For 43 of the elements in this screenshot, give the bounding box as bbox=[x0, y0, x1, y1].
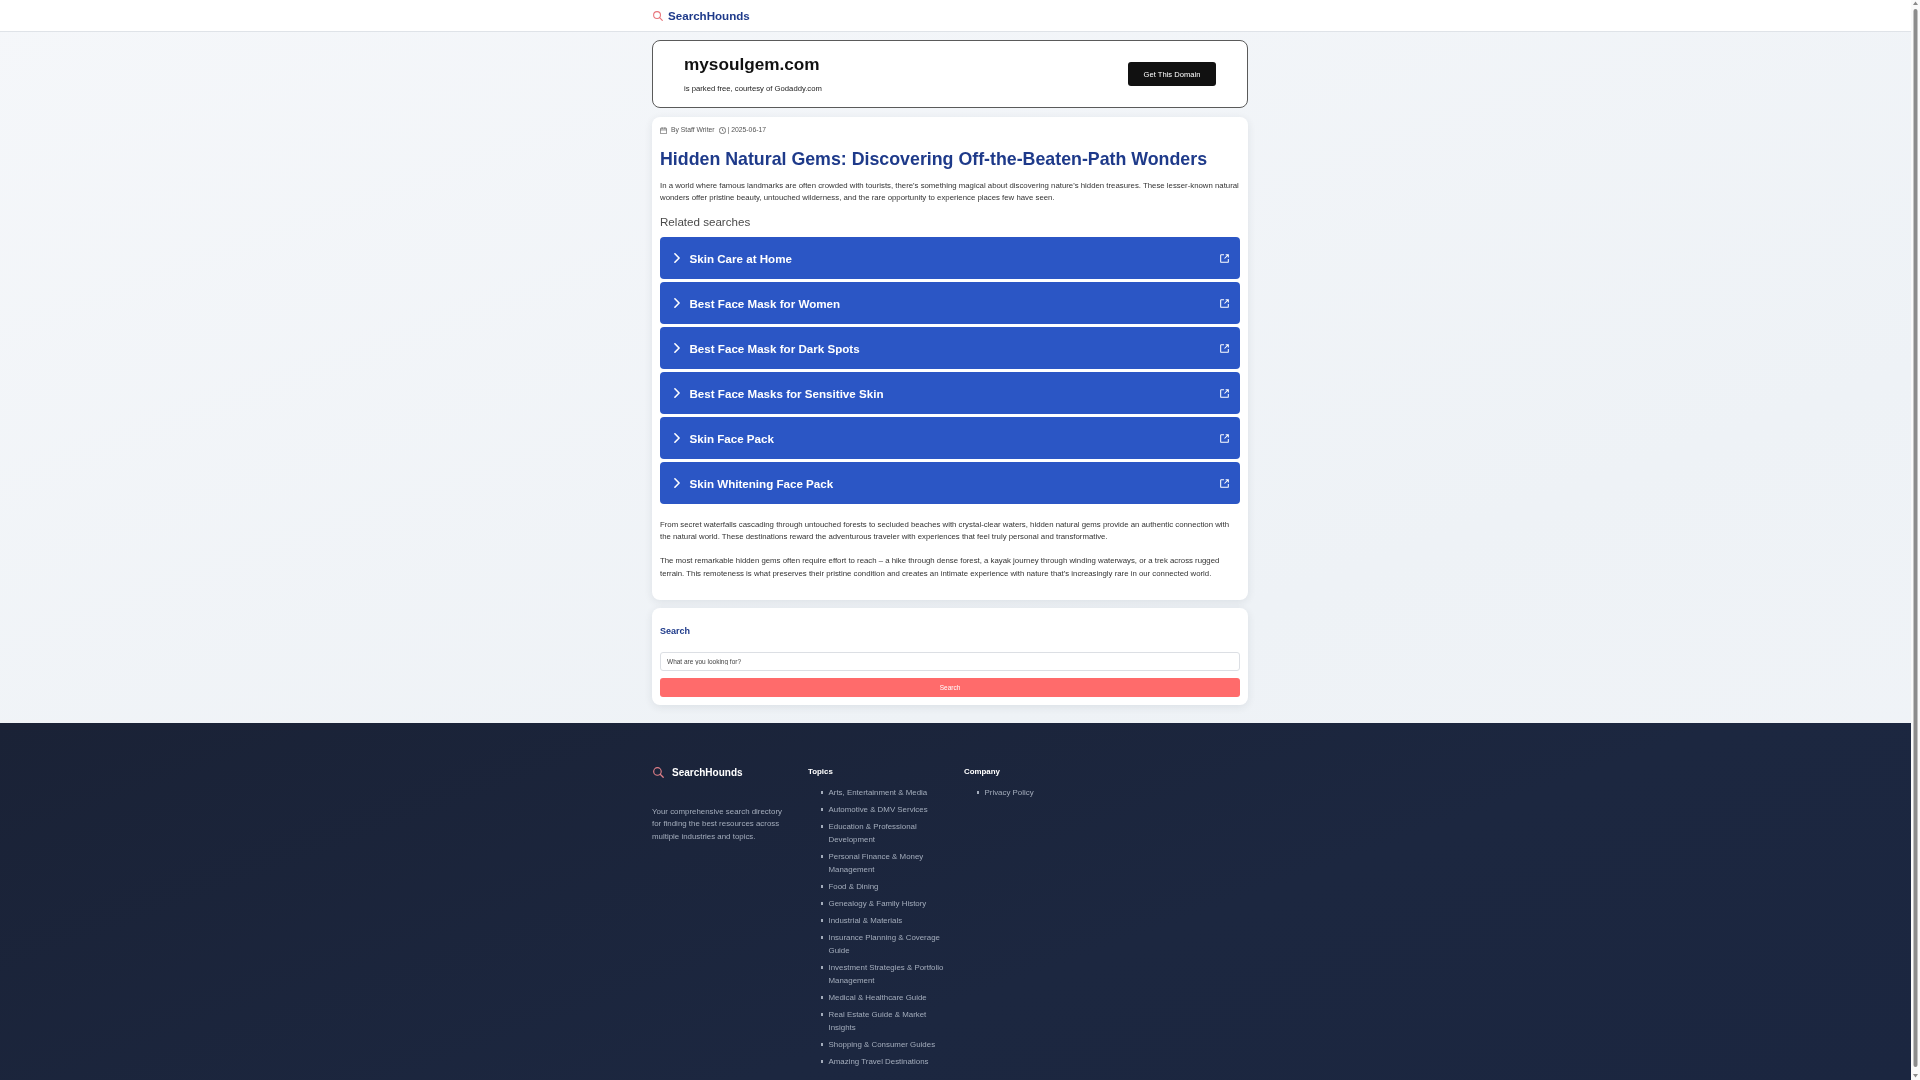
bullet-icon bbox=[820, 966, 823, 969]
chevron-icon bbox=[674, 253, 680, 264]
related-search-button[interactable]: Best Face Mask for Dark Spots bbox=[660, 327, 1240, 369]
related-search-button[interactable]: Best Face Mask for Women bbox=[660, 282, 1240, 324]
bullet-icon bbox=[820, 791, 823, 794]
bullet-icon bbox=[820, 855, 823, 858]
external-link-icon bbox=[1220, 433, 1229, 443]
external-link-icon bbox=[1220, 478, 1229, 488]
chevron-icon bbox=[674, 388, 680, 399]
bullet-icon bbox=[820, 1060, 823, 1063]
magnifier-icon bbox=[653, 10, 663, 21]
chevron-icon bbox=[674, 298, 680, 309]
magnifier-icon bbox=[653, 767, 664, 779]
bullet-icon bbox=[820, 919, 823, 922]
bullet-icon bbox=[976, 791, 979, 794]
bullet-icon bbox=[820, 1043, 823, 1046]
footer-brand-link[interactable]: SearchHounds bbox=[672, 765, 743, 780]
bullet-icon bbox=[820, 902, 823, 905]
external-link-icon bbox=[1220, 298, 1229, 308]
related-search-button[interactable]: Skin Whitening Face Pack bbox=[660, 462, 1240, 504]
related-search-button[interactable]: Best Face Masks for Sensitive Skin bbox=[660, 372, 1240, 414]
search-heading: Search bbox=[660, 624, 692, 637]
bullet-icon bbox=[820, 1013, 823, 1016]
chevron-icon bbox=[674, 343, 680, 354]
domain-name: mysoulgem.com bbox=[684, 54, 821, 74]
external-link-icon bbox=[1220, 388, 1229, 398]
scrollbar[interactable] bbox=[1911, 0, 1920, 1080]
bullet-icon bbox=[820, 825, 823, 828]
clock-icon bbox=[718, 126, 726, 134]
calendar-icon bbox=[660, 126, 667, 134]
article-title: Hidden Natural Gems: Discovering Off-the-Beaten-Path Wonders bbox=[660, 148, 1209, 170]
chevron-icon bbox=[674, 478, 680, 489]
brand-link[interactable]: SearchHounds bbox=[668, 8, 750, 23]
chevron-icon bbox=[674, 433, 680, 444]
related-heading: Related searches bbox=[660, 214, 752, 231]
bullet-icon bbox=[820, 936, 823, 939]
external-link-icon bbox=[1220, 253, 1229, 263]
related-search-button[interactable]: Skin Face Pack bbox=[660, 417, 1240, 459]
bullet-icon bbox=[820, 996, 823, 999]
related-search-button[interactable]: Skin Care at Home bbox=[660, 237, 1240, 279]
bullet-icon bbox=[820, 808, 823, 811]
external-link-icon bbox=[1220, 343, 1229, 353]
bullet-icon bbox=[820, 885, 823, 888]
